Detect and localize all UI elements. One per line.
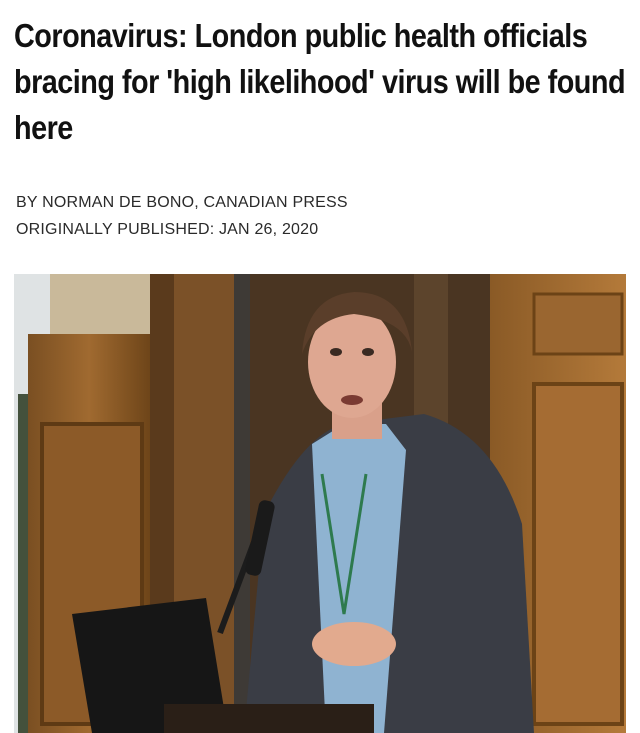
article-photo [14, 274, 626, 733]
byline-author: BY NORMAN DE BONO, CANADIAN PRESS [16, 194, 348, 211]
byline-published-date: ORIGINALLY PUBLISHED: JAN 26, 2020 [16, 221, 319, 238]
speaker-photo-illustration [14, 274, 626, 733]
headline: Coronavirus: London public health offici… [14, 18, 626, 147]
